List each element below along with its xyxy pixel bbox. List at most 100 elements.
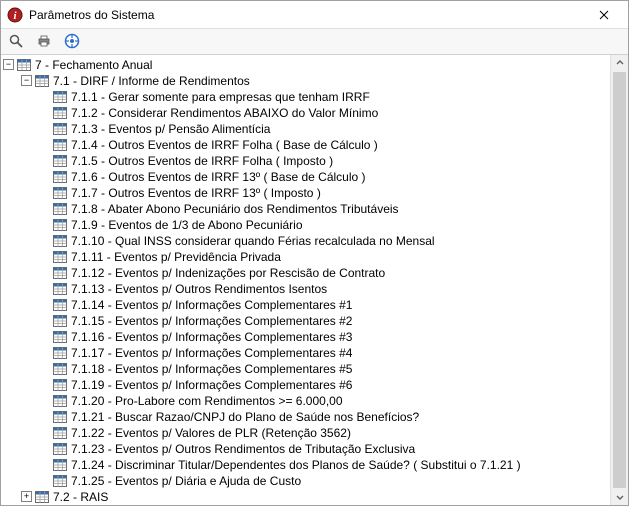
tree-item[interactable]: 7.1.16 - Eventos p/ Informações Compleme…	[39, 329, 610, 345]
tree-item-label: 7.1.4 - Outros Eventos de IRRF Folha ( B…	[71, 137, 378, 153]
tree-item-label: 7 - Fechamento Anual	[35, 57, 152, 73]
expander-placeholder	[39, 283, 50, 294]
scroll-track[interactable]	[611, 72, 628, 488]
tree-item[interactable]: 7.1.8 - Abater Abono Pecuniário dos Rend…	[39, 201, 610, 217]
window-frame: i Parâmetros do Sistema	[0, 0, 629, 506]
tree-item-label: 7.1.20 - Pro-Labore com Rendimentos >= 6…	[71, 393, 343, 409]
tree-item[interactable]: 7.1.21 - Buscar Razao/CNPJ do Plano de S…	[39, 409, 610, 425]
table-icon	[53, 331, 67, 343]
tree-item[interactable]: 7.1.18 - Eventos p/ Informações Compleme…	[39, 361, 610, 377]
table-icon	[53, 347, 67, 359]
expander-placeholder	[39, 315, 50, 326]
table-icon	[53, 411, 67, 423]
tree-item[interactable]: 7.1.19 - Eventos p/ Informações Compleme…	[39, 377, 610, 393]
tree-item[interactable]: 7.1.9 - Eventos de 1/3 de Abono Pecuniár…	[39, 217, 610, 233]
scroll-down-button[interactable]	[611, 488, 628, 505]
tree-item-label: 7.1.10 - Qual INSS considerar quando Fér…	[71, 233, 435, 249]
expander-placeholder	[39, 267, 50, 278]
tree-item[interactable]: − 7.1 - DIRF / Informe de Rendimentos	[21, 73, 610, 89]
expander-placeholder	[39, 235, 50, 246]
table-icon	[53, 171, 67, 183]
expander-placeholder	[39, 155, 50, 166]
vertical-scrollbar[interactable]	[610, 55, 628, 505]
table-icon	[53, 107, 67, 119]
search-icon	[8, 33, 24, 49]
tree-item[interactable]: 7.1.22 - Eventos p/ Valores de PLR (Rete…	[39, 425, 610, 441]
tree-item-label: 7.1.14 - Eventos p/ Informações Compleme…	[71, 297, 352, 313]
expander-placeholder	[39, 139, 50, 150]
expander-placeholder	[39, 379, 50, 390]
table-icon	[53, 187, 67, 199]
client-area: −7 - Fechamento Anual−7.1 - DIRF / Infor…	[1, 55, 628, 505]
tree-item[interactable]: 7.1.2 - Considerar Rendimentos ABAIXO do…	[39, 105, 610, 121]
tree-item-label: 7.1.24 - Discriminar Titular/Dependentes…	[71, 457, 521, 473]
tree-item[interactable]: 7.1.23 - Eventos p/ Outros Rendimentos d…	[39, 441, 610, 457]
table-icon	[53, 475, 67, 487]
search-button[interactable]	[3, 29, 29, 53]
tree-item[interactable]: 7.1.6 - Outros Eventos de IRRF 13º ( Bas…	[39, 169, 610, 185]
app-icon: i	[7, 7, 23, 23]
tree-item[interactable]: 7.1.1 - Gerar somente para empresas que …	[39, 89, 610, 105]
tree-item[interactable]: 7.1.11 - Eventos p/ Previdência Privada	[39, 249, 610, 265]
table-icon	[53, 283, 67, 295]
tree-item-label: 7.1.11 - Eventos p/ Previdência Privada	[71, 249, 281, 265]
tree-item-label: 7.1.1 - Gerar somente para empresas que …	[71, 89, 370, 105]
close-button[interactable]	[584, 1, 624, 29]
tree-item[interactable]: 7.1.4 - Outros Eventos de IRRF Folha ( B…	[39, 137, 610, 153]
tree-item-label: 7.1.3 - Eventos p/ Pensão Alimentícia	[71, 121, 270, 137]
print-button[interactable]	[31, 29, 57, 53]
tree-item[interactable]: 7.1.7 - Outros Eventos de IRRF 13º ( Imp…	[39, 185, 610, 201]
tree-item[interactable]: +7.2 - RAIS	[21, 489, 610, 505]
tree-item-label: 7.1.7 - Outros Eventos de IRRF 13º ( Imp…	[71, 185, 321, 201]
tree-item-label: 7.1 - DIRF / Informe de Rendimentos	[53, 73, 250, 89]
tree-item-label: 7.1.17 - Eventos p/ Informações Compleme…	[71, 345, 352, 361]
scroll-thumb[interactable]	[613, 72, 626, 488]
expander-placeholder	[39, 395, 50, 406]
tree-item[interactable]: 7.1.13 - Eventos p/ Outros Rendimentos I…	[39, 281, 610, 297]
help-button[interactable]	[59, 29, 85, 53]
tree-item-label: 7.1.15 - Eventos p/ Informações Compleme…	[71, 313, 352, 329]
expander-placeholder	[39, 171, 50, 182]
tree-item[interactable]: 7.1.10 - Qual INSS considerar quando Fér…	[39, 233, 610, 249]
table-icon	[53, 155, 67, 167]
table-icon	[35, 75, 49, 87]
tree-item-label: 7.1.18 - Eventos p/ Informações Compleme…	[71, 361, 352, 377]
tree-item[interactable]: 7.1.12 - Eventos p/ Indenizações por Res…	[39, 265, 610, 281]
tree-item[interactable]: − 7 - Fechamento Anual	[3, 57, 610, 73]
expander-placeholder	[39, 459, 50, 470]
tree-item[interactable]: 7.1.17 - Eventos p/ Informações Compleme…	[39, 345, 610, 361]
tree-view[interactable]: −7 - Fechamento Anual−7.1 - DIRF / Infor…	[1, 55, 610, 505]
tree-item-label: 7.1.23 - Eventos p/ Outros Rendimentos d…	[71, 441, 415, 457]
collapse-toggle[interactable]: −	[3, 59, 14, 70]
scroll-up-button[interactable]	[611, 55, 628, 72]
expander-placeholder	[39, 475, 50, 486]
collapse-toggle[interactable]: −	[21, 75, 32, 86]
tree-item[interactable]: 7.1.3 - Eventos p/ Pensão Alimentícia	[39, 121, 610, 137]
table-icon	[53, 251, 67, 263]
tree-item[interactable]: 7.1.25 - Eventos p/ Diária e Ajuda de Cu…	[39, 473, 610, 489]
tree-item[interactable]: 7.1.20 - Pro-Labore com Rendimentos >= 6…	[39, 393, 610, 409]
expand-toggle[interactable]: +	[21, 491, 32, 502]
tree-item[interactable]: 7.1.15 - Eventos p/ Informações Compleme…	[39, 313, 610, 329]
tree-item[interactable]: 7.1.24 - Discriminar Titular/Dependentes…	[39, 457, 610, 473]
toolbar	[1, 29, 628, 55]
tree-item[interactable]: 7.1.5 - Outros Eventos de IRRF Folha ( I…	[39, 153, 610, 169]
help-icon	[64, 33, 80, 49]
expander-placeholder	[39, 411, 50, 422]
expander-placeholder	[39, 203, 50, 214]
expander-placeholder	[39, 347, 50, 358]
table-icon	[53, 315, 67, 327]
expander-placeholder	[39, 331, 50, 342]
tree-item-label: 7.1.2 - Considerar Rendimentos ABAIXO do…	[71, 105, 378, 121]
table-icon	[53, 379, 67, 391]
expander-placeholder	[39, 427, 50, 438]
expander-placeholder	[39, 299, 50, 310]
tree-item[interactable]: 7.1.14 - Eventos p/ Informações Compleme…	[39, 297, 610, 313]
expander-placeholder	[39, 123, 50, 134]
tree-item-label: 7.1.16 - Eventos p/ Informações Compleme…	[71, 329, 352, 345]
tree-item-label: 7.1.9 - Eventos de 1/3 de Abono Pecuniár…	[71, 217, 303, 233]
tree-item-label: 7.1.25 - Eventos p/ Diária e Ajuda de Cu…	[71, 473, 301, 489]
table-icon	[53, 235, 67, 247]
expander-placeholder	[39, 91, 50, 102]
tree-item-label: 7.1.6 - Outros Eventos de IRRF 13º ( Bas…	[71, 169, 366, 185]
